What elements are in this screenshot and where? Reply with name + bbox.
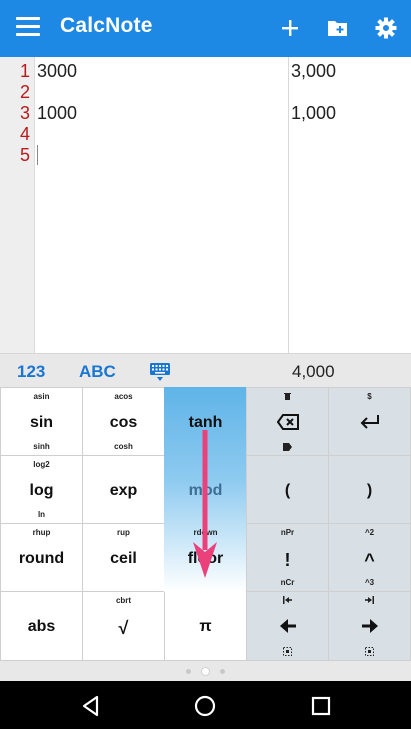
arrow-left-icon (279, 619, 296, 633)
expression-column[interactable]: 3000 1000 (35, 57, 289, 353)
key-label: round (18, 550, 65, 567)
key-round[interactable]: rhup round (1, 524, 82, 591)
key-label: log (29, 482, 54, 499)
key-alt-label: cosh (114, 442, 133, 451)
key-alt-label: rhup (32, 528, 51, 537)
key-label: cos (109, 414, 138, 431)
key-sin[interactable]: asin sin sinh (1, 388, 82, 455)
settings-button[interactable] (372, 14, 400, 42)
key-label: √ (118, 618, 129, 638)
key-open-paren[interactable]: ( (247, 456, 328, 523)
line-number: 3 (19, 103, 30, 123)
key-label: ceil (110, 550, 137, 567)
key-alt-label: ln (37, 510, 46, 519)
key-alt-label: $ (367, 392, 372, 401)
calcnote-app: CalcNote 1 2 3 4 5 3000 1000 3,000 1,000… (0, 0, 411, 729)
total-result: 4,000 (292, 362, 335, 381)
key-pi[interactable]: π (165, 592, 246, 660)
note-editor[interactable]: 1 2 3 4 5 3000 1000 3,000 1,000 (0, 57, 411, 353)
key-power[interactable]: ^2 ^ ^3 (329, 524, 410, 591)
result-value: 3,000 (291, 61, 337, 81)
line-number: 4 (19, 124, 30, 144)
folder-add-icon (328, 21, 347, 36)
home-icon[interactable] (192, 693, 218, 719)
jump-start-icon (283, 596, 292, 604)
key-alt-label: ^2 (364, 528, 375, 537)
key-sqrt[interactable]: cbrt √ (83, 592, 164, 660)
trash-icon (284, 393, 291, 400)
key-close-paren[interactable]: ) (329, 456, 410, 523)
key-label: abs (27, 618, 56, 635)
key-alt-label: sinh (33, 442, 50, 451)
key-abs[interactable]: abs (1, 592, 82, 660)
select-icon (283, 647, 292, 656)
backspace-icon (276, 414, 299, 430)
key-factorial[interactable]: nPr ! nCr (247, 524, 328, 591)
gear-icon (375, 17, 397, 39)
menu-icon[interactable] (16, 17, 40, 39)
line-number: 5 (19, 145, 30, 165)
swipe-down-arrow (193, 430, 217, 578)
add-note-button[interactable] (276, 14, 304, 42)
key-alt-label: nPr (280, 528, 295, 537)
enter-icon (360, 415, 379, 429)
delete-icon (283, 443, 292, 451)
key-label: sin (29, 414, 54, 431)
expression-line[interactable]: 1000 (37, 103, 77, 124)
key-cursor-left[interactable] (247, 592, 328, 660)
key-label: ( (284, 482, 291, 499)
key-cursor-right[interactable] (329, 592, 410, 660)
text-cursor (37, 145, 38, 165)
select-icon (365, 647, 374, 656)
result-value: 1,000 (291, 103, 337, 123)
keyboard-icon[interactable] (149, 362, 171, 382)
key-label: ^ (364, 550, 375, 570)
keypad-page-indicator (0, 661, 411, 681)
arrow-right-icon (361, 619, 378, 633)
plus-icon (282, 20, 298, 36)
tab-numbers[interactable]: 123 (17, 362, 45, 382)
key-label: exp (109, 482, 138, 499)
app-title: CalcNote (60, 14, 153, 37)
page-dot-active[interactable] (201, 666, 210, 676)
system-nav-bar (0, 681, 411, 729)
expression-line[interactable]: 3000 (37, 61, 77, 82)
page-dot[interactable] (220, 668, 225, 674)
app-bar: CalcNote (0, 0, 411, 57)
key-alt-label: asin (33, 392, 50, 401)
back-icon[interactable] (78, 693, 104, 719)
keyboard-header: 123 ABC 4,000 (0, 353, 411, 387)
key-ceil[interactable]: rup ceil (83, 524, 164, 591)
key-alt-label: rup (117, 528, 130, 537)
line-number-gutter: 1 2 3 4 5 (0, 57, 35, 353)
line-number: 1 (19, 61, 30, 81)
key-enter[interactable]: $ (329, 388, 410, 455)
tab-letters[interactable]: ABC (79, 362, 116, 382)
jump-end-icon (365, 596, 374, 604)
key-label: ) (366, 482, 373, 499)
results-column: 3,000 1,000 (289, 57, 411, 353)
key-alt-label: cbrt (115, 596, 132, 605)
key-label: π (199, 618, 212, 635)
key-cos[interactable]: acos cos cosh (83, 388, 164, 455)
key-exp[interactable]: exp (83, 456, 164, 523)
line-number: 2 (19, 82, 30, 102)
key-log[interactable]: log2 log ln (1, 456, 82, 523)
add-folder-button[interactable] (324, 14, 352, 42)
key-alt-label: log2 (33, 460, 50, 469)
key-alt-label: ^3 (364, 578, 375, 587)
page-dot[interactable] (186, 668, 191, 674)
key-alt-label: nCr (280, 578, 295, 587)
key-backspace[interactable] (247, 388, 328, 455)
key-alt-label: acos (114, 392, 133, 401)
recents-icon[interactable] (308, 693, 334, 719)
key-label: ! (284, 550, 291, 570)
